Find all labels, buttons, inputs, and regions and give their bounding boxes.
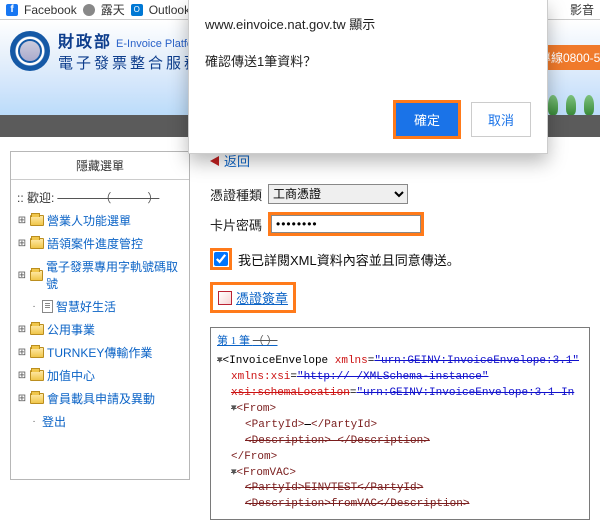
folder-icon bbox=[30, 270, 43, 281]
card-password-label: 卡片密碼 bbox=[210, 215, 262, 234]
xml-line: <Description> </Description> bbox=[217, 434, 583, 450]
cert-type-select[interactable]: 工商憑證 bbox=[268, 184, 408, 204]
sidebar-title: 隱藏選單 bbox=[11, 152, 189, 180]
highlight-consent-checkbox bbox=[210, 248, 232, 270]
tree-item-value[interactable]: ⊞加值中心 bbox=[15, 364, 185, 387]
highlight-sign: 憑證簽章 bbox=[210, 282, 296, 313]
tree-item-smartlife[interactable]: ·智慧好生活 bbox=[15, 295, 185, 318]
highlight-password bbox=[268, 212, 424, 236]
bookmark-outlook[interactable]: Outlook bbox=[149, 3, 190, 17]
doc-icon bbox=[42, 300, 53, 313]
xml-record-header: 第 1 筆 bbox=[217, 335, 250, 347]
xml-line: xsi:schemaLocation="urn:GEINV:InvoiceEnv… bbox=[217, 386, 583, 402]
xml-preview: 第 1 筆 （ ） ▾<InvoiceEnvelope xmlns="urn:G… bbox=[210, 327, 590, 520]
bookmark-facebook[interactable]: Facebook bbox=[24, 3, 77, 17]
xml-line: xmlns:xsi="http:// /XMLSchema-instance" bbox=[217, 370, 583, 386]
xml-line: ▾<InvoiceEnvelope xmlns="urn:GEINV:Invoi… bbox=[217, 354, 583, 370]
bookmarks-right: 影音 bbox=[570, 1, 594, 18]
highlight-ok: 確定 bbox=[393, 100, 461, 139]
cert-type-label: 憑證種類 bbox=[210, 185, 262, 204]
tree-item-biz[interactable]: ⊞營業人功能選單 bbox=[15, 209, 185, 232]
consent-label: 我已詳閱XML資料內容並且同意傳送。 bbox=[238, 250, 460, 269]
xml-line: <Description>fromVAC</Description> bbox=[217, 497, 583, 513]
bookmark-ruten[interactable]: 露天 bbox=[101, 1, 125, 18]
sidebar: 隱藏選單 :: 歡迎: （ ） ⊞營業人功能選單 ⊞語領案件進度管控 ⊞電子發票… bbox=[10, 151, 190, 480]
dept-name: 財政部 bbox=[58, 34, 112, 51]
folder-icon bbox=[30, 238, 44, 249]
dialog-origin: www.einvoice.nat.gov.tw 顯示 bbox=[205, 14, 531, 33]
stamp-icon bbox=[218, 291, 232, 305]
bookmark-video[interactable]: 影音 bbox=[570, 1, 594, 18]
bookmarks-left: f Facebook 露天 O Outlook bbox=[6, 1, 190, 18]
tree: :: 歡迎: （ ） ⊞營業人功能選單 ⊞語領案件進度管控 ⊞電子發票專用字軌號… bbox=[11, 180, 189, 439]
folder-icon bbox=[30, 324, 44, 335]
confirm-dialog: www.einvoice.nat.gov.tw 顯示 確認傳送1筆資料？ 確定 … bbox=[188, 0, 548, 154]
outlook-icon: O bbox=[131, 4, 143, 16]
sign-button[interactable]: 憑證簽章 bbox=[236, 288, 288, 307]
back-arrow-icon bbox=[210, 156, 219, 166]
consent-checkbox[interactable] bbox=[214, 252, 228, 266]
xml-line: <PartyId>EINVTEST</PartyId> bbox=[217, 481, 583, 497]
mof-emblem-icon bbox=[10, 31, 50, 71]
xml-line: <PartyId> </PartyId> bbox=[217, 418, 583, 434]
dialog-ok-button[interactable]: 確定 bbox=[396, 103, 458, 136]
folder-icon bbox=[30, 347, 44, 358]
card-password-input[interactable] bbox=[271, 215, 421, 233]
dialog-message: 確認傳送1筆資料？ bbox=[205, 51, 531, 70]
tree-item-track[interactable]: ⊞電子發票專用字軌號碼取號 bbox=[15, 255, 185, 295]
xml-line: ▾<From> bbox=[217, 402, 583, 418]
tree-item-member[interactable]: ⊞會員載具申請及異動 bbox=[15, 387, 185, 410]
xml-line: ▾<FromVAC> bbox=[217, 466, 583, 482]
tree-item-progress[interactable]: ⊞語領案件進度管控 bbox=[15, 232, 185, 255]
tree-item-logout[interactable]: ·登出 bbox=[15, 410, 185, 433]
tree-item-utility[interactable]: ⊞公用事業 bbox=[15, 318, 185, 341]
tree-welcome: :: 歡迎: （ ） bbox=[15, 186, 185, 209]
tree-item-turnkey[interactable]: ⊞TURNKEY傳輸作業 bbox=[15, 341, 185, 364]
facebook-icon: f bbox=[6, 4, 18, 16]
dialog-cancel-button[interactable]: 取消 bbox=[471, 102, 531, 137]
xml-line: </From> bbox=[217, 450, 583, 466]
ruten-icon bbox=[83, 4, 95, 16]
folder-icon bbox=[30, 215, 44, 226]
folder-icon bbox=[30, 370, 44, 381]
folder-icon bbox=[30, 393, 44, 404]
